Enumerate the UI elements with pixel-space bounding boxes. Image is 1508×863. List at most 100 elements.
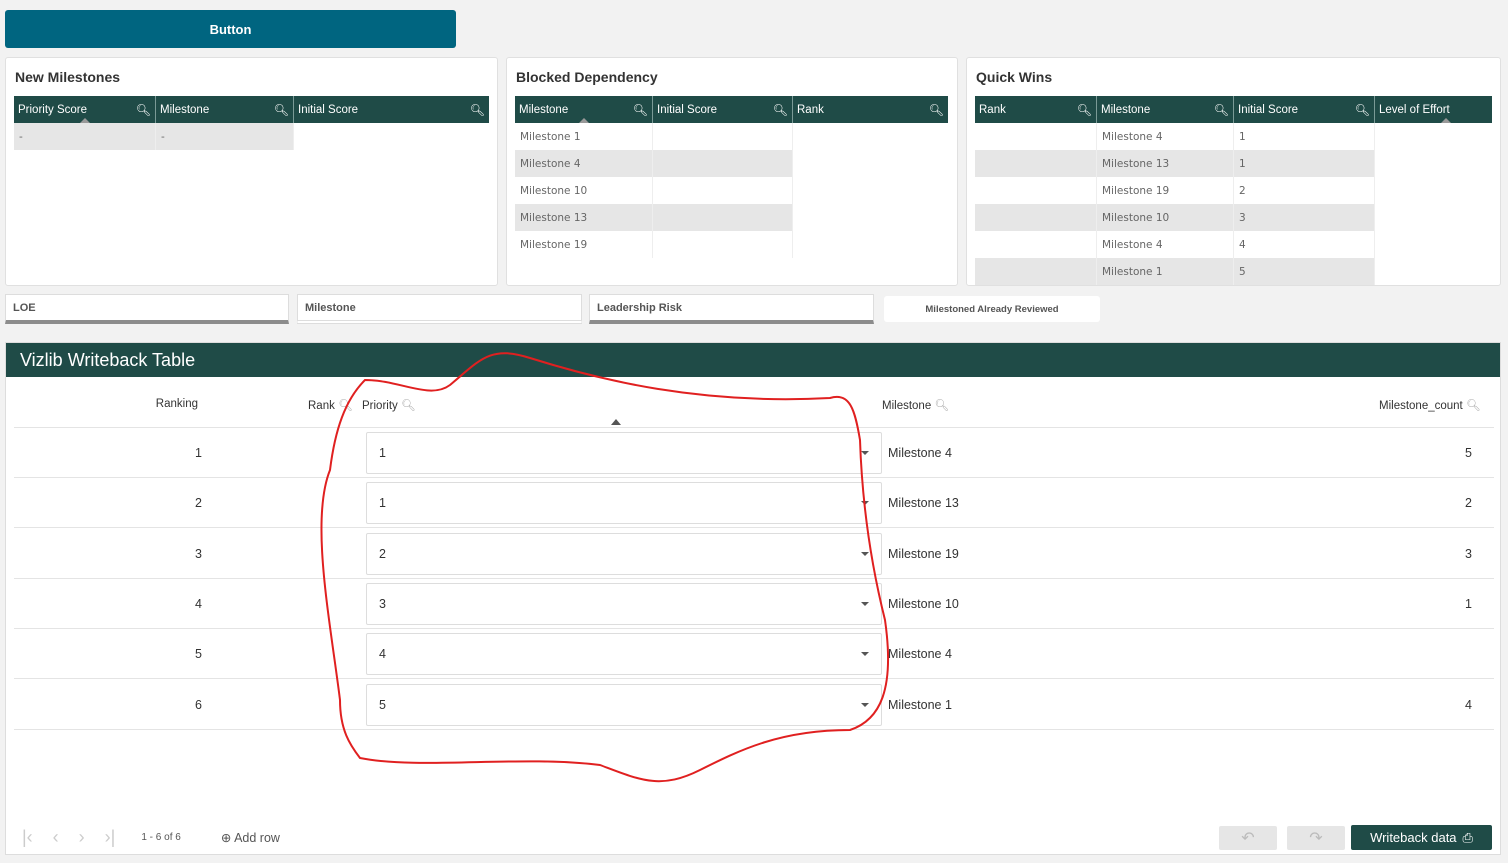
col-level-of-effort[interactable]: Level of Effort (1375, 96, 1492, 123)
search-icon[interactable]: 🔍︎ (1214, 103, 1229, 117)
table-row[interactable]: Milestone 10 (515, 177, 948, 204)
search-icon[interactable]: 🔍︎ (929, 103, 944, 117)
col-milestone-count[interactable]: Milestone_count 🔍︎ (1379, 398, 1481, 412)
table-row[interactable]: Milestone 1 (515, 123, 948, 150)
top-button[interactable]: Button (5, 10, 456, 48)
prev-page-icon[interactable]: ‹ (53, 827, 59, 848)
priority-dropdown[interactable]: 1 (366, 432, 882, 474)
chevron-down-icon (861, 551, 869, 556)
priority-dropdown[interactable]: 5 (366, 683, 882, 726)
col-rank[interactable]: Rank 🔍︎ (975, 96, 1097, 123)
add-row-label: Add row (234, 831, 280, 845)
col-label: Priority (362, 400, 398, 412)
search-icon[interactable]: 🔍︎ (338, 400, 353, 412)
search-icon[interactable]: 🔍︎ (1077, 103, 1092, 117)
blocked-dependency-panel: Blocked Dependency Milestone 🔍︎ Initial S… (506, 57, 958, 286)
cell: Milestone 1 (515, 123, 653, 150)
search-icon[interactable]: 🔍︎ (401, 400, 416, 412)
last-page-icon[interactable]: ›| (105, 827, 116, 848)
priority-dropdown[interactable]: 2 (366, 532, 882, 575)
cell: 3 (1234, 204, 1375, 231)
col-milestone[interactable]: Milestone 🔍︎ (882, 398, 949, 412)
search-icon[interactable]: 🔍︎ (934, 400, 949, 412)
add-row-button[interactable]: ⊕ Add row (221, 830, 280, 845)
priority-value: 2 (379, 546, 386, 561)
search-icon[interactable]: 🔍︎ (1355, 103, 1370, 117)
search-icon[interactable]: 🔍︎ (633, 103, 648, 117)
writeback-label: Writeback data (1370, 830, 1457, 845)
sort-arrow-icon (579, 118, 589, 123)
priority-dropdown[interactable]: 1 (366, 482, 882, 525)
milestone-cell: Milestone 10 (888, 596, 959, 611)
col-priority-score[interactable]: Priority Score 🔍︎ (14, 96, 156, 123)
search-icon[interactable]: 🔍︎ (1466, 400, 1481, 412)
priority-dropdown[interactable]: 3 (366, 582, 882, 625)
milestone-count-cell: 5 (1465, 446, 1472, 460)
table-row[interactable]: - - (14, 123, 489, 150)
sort-arrow-icon (611, 419, 621, 425)
col-initial-score[interactable]: Initial Score 🔍︎ (1234, 96, 1375, 123)
priority-value: 1 (379, 496, 386, 511)
col-rank[interactable]: Rank 🔍︎ (793, 96, 948, 123)
cell: 2 (1234, 177, 1375, 204)
next-page-icon[interactable]: › (79, 827, 85, 848)
cell: 4 (1234, 231, 1375, 258)
first-page-icon[interactable]: |‹ (22, 827, 33, 848)
table-row: 1 1 Milestone 4 5 (14, 428, 1494, 478)
col-initial-score[interactable]: Initial Score 🔍︎ (653, 96, 793, 123)
table-row[interactable]: Milestone 10 3 (975, 204, 1492, 231)
cell: Milestone 4 (515, 150, 653, 177)
milestone-count-cell: 1 (1465, 596, 1472, 611)
writeback-title: Vizlib Writeback Table (6, 343, 1500, 377)
priority-dropdown[interactable]: 4 (366, 633, 882, 676)
filter-milestone[interactable]: Milestone (297, 294, 582, 324)
table-row[interactable]: Milestone 13 (515, 204, 948, 231)
col-priority[interactable]: Priority 🔍︎ (362, 398, 416, 412)
col-rank[interactable]: Rank 🔍︎ (308, 398, 353, 412)
search-icon[interactable]: 🔍︎ (136, 103, 151, 117)
cell: Milestone 19 (1097, 177, 1234, 204)
sort-arrow-icon (1441, 118, 1451, 123)
ranking-cell: 2 (195, 496, 202, 511)
milestones-reviewed-button[interactable]: Milestoned Already Reviewed (884, 296, 1100, 322)
col-label: Milestone (882, 400, 932, 412)
col-label: Rank (308, 400, 335, 412)
cell (975, 123, 1097, 150)
table-row[interactable]: Milestone 13 1 (975, 150, 1492, 177)
col-ranking[interactable]: Ranking (156, 398, 198, 410)
panel-title: New Milestones (15, 69, 121, 85)
milestone-count-cell: 3 (1465, 546, 1472, 561)
col-milestone[interactable]: Milestone 🔍︎ (156, 96, 294, 123)
chevron-down-icon (861, 601, 869, 606)
search-icon[interactable]: 🔍︎ (274, 103, 289, 117)
ranking-cell: 3 (195, 546, 202, 561)
cell: 5 (1234, 258, 1375, 285)
table-row[interactable]: Milestone 19 (515, 231, 948, 258)
col-label: Rank (979, 103, 1006, 116)
col-milestone[interactable]: Milestone 🔍︎ (1097, 96, 1234, 123)
writeback-data-button[interactable]: Writeback data ⎙ (1351, 825, 1492, 850)
col-label: Milestone_count (1379, 400, 1463, 412)
ranking-cell: 4 (195, 596, 202, 611)
table-row: 6 5 Milestone 1 4 (14, 680, 1494, 730)
chevron-down-icon (861, 501, 869, 506)
cell (975, 231, 1097, 258)
table-row[interactable]: Milestone 4 (515, 150, 948, 177)
chevron-down-icon (861, 652, 869, 657)
table-row[interactable]: Milestone 19 2 (975, 177, 1492, 204)
table-row[interactable]: Milestone 4 4 (975, 231, 1492, 258)
table-row[interactable]: Milestone 4 1 (975, 123, 1492, 150)
undo-button[interactable]: ↶ (1219, 826, 1277, 850)
search-icon[interactable]: 🔍︎ (470, 103, 485, 117)
cell: Milestone 13 (1097, 150, 1234, 177)
table-row[interactable]: Milestone 1 5 (975, 258, 1492, 285)
filter-loe[interactable]: LOE (5, 294, 289, 324)
search-icon[interactable]: 🔍︎ (773, 103, 788, 117)
cell: Milestone 13 (515, 204, 653, 231)
col-initial-score[interactable]: Initial Score 🔍︎ (294, 96, 489, 123)
panel-title: Blocked Dependency (516, 69, 658, 85)
redo-button[interactable]: ↷ (1287, 826, 1345, 850)
chevron-down-icon (861, 451, 869, 455)
filter-leadership-risk[interactable]: Leadership Risk (589, 294, 874, 324)
col-milestone[interactable]: Milestone 🔍︎ (515, 96, 653, 123)
